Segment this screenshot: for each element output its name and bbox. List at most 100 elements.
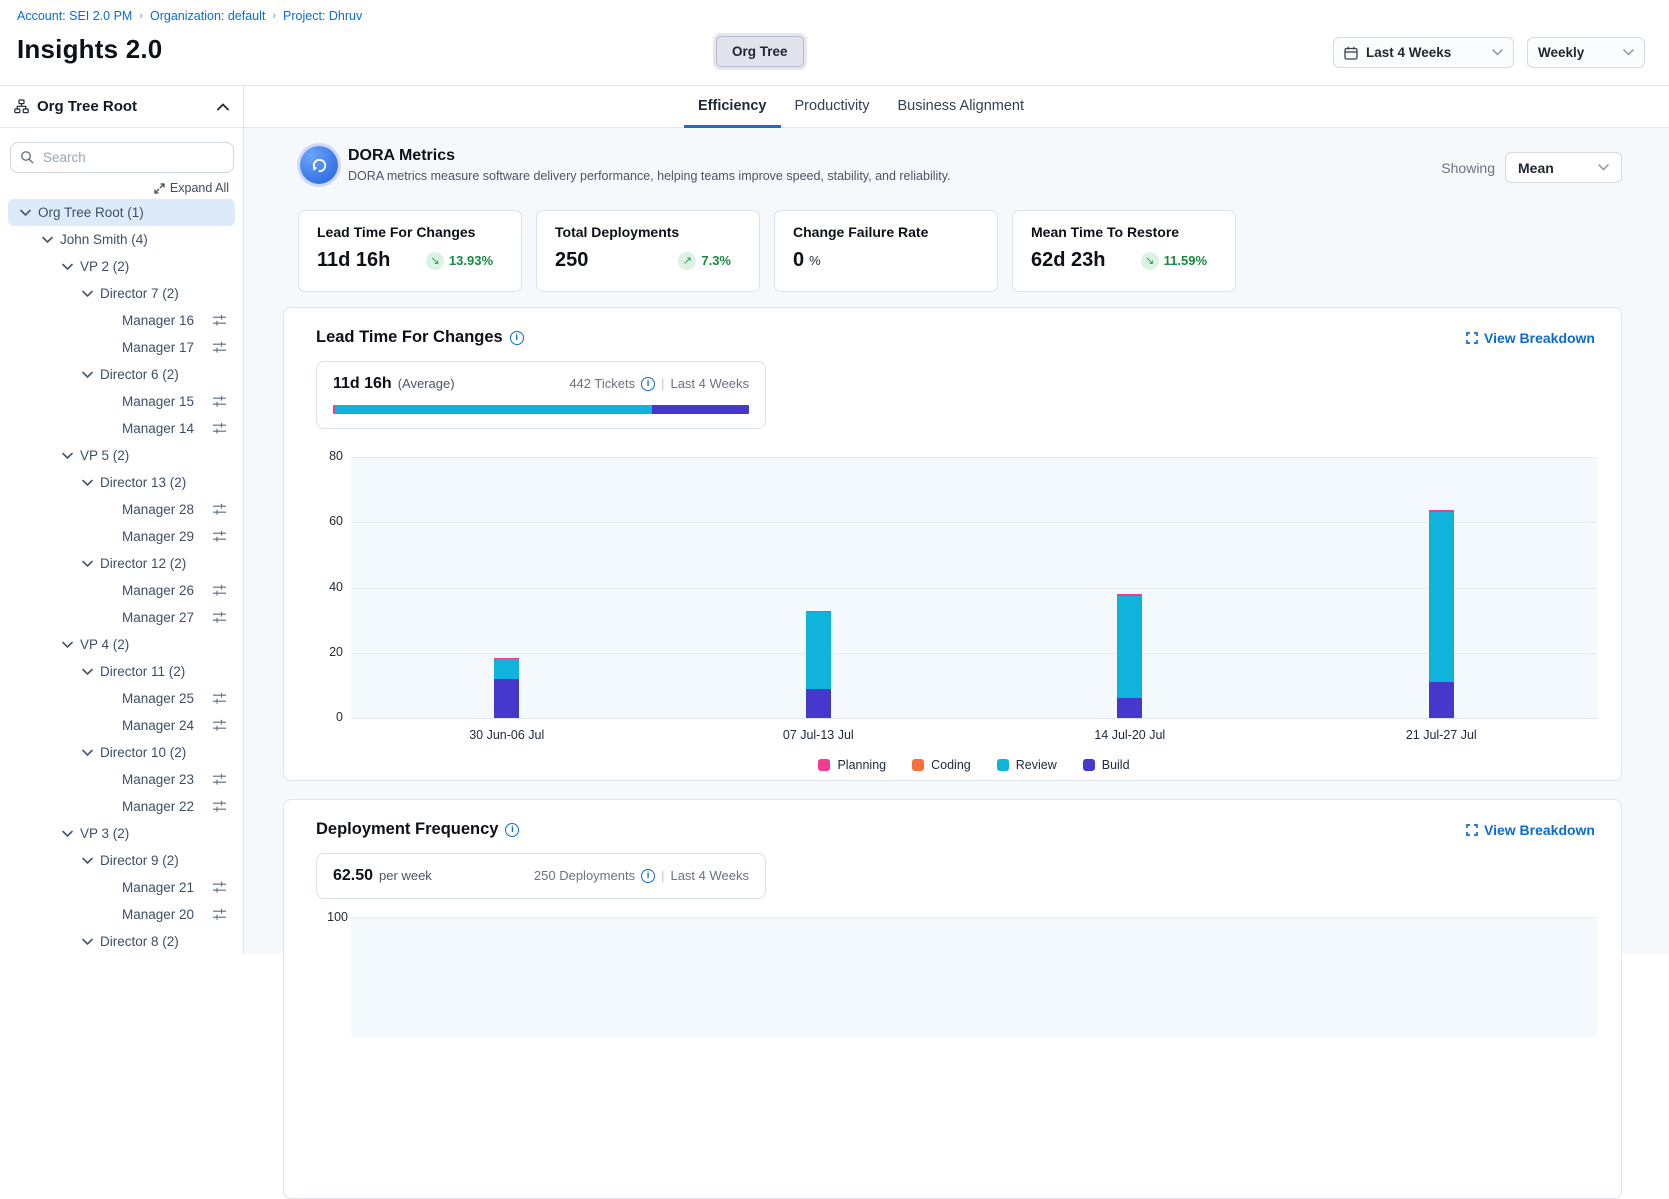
chevron-down-icon[interactable] bbox=[82, 560, 93, 568]
filter-sliders-icon[interactable] bbox=[212, 881, 227, 894]
legend-item-planning[interactable]: Planning bbox=[818, 758, 886, 772]
date-range-select[interactable]: Last 4 Weeks bbox=[1333, 37, 1514, 68]
granularity-select[interactable]: Weekly bbox=[1527, 37, 1645, 68]
chevron-down-icon[interactable] bbox=[20, 209, 31, 217]
tree-item[interactable]: Manager 27 bbox=[0, 604, 243, 631]
tree-item[interactable]: VP 5 (2) bbox=[0, 442, 243, 469]
tree-item[interactable]: VP 3 (2) bbox=[0, 820, 243, 847]
info-icon[interactable]: i bbox=[641, 869, 655, 883]
chevron-down-icon[interactable] bbox=[82, 479, 93, 487]
chevron-down-icon[interactable] bbox=[82, 290, 93, 298]
tree-item[interactable]: Director 11 (2) bbox=[0, 658, 243, 685]
bar-segment-build[interactable] bbox=[1429, 682, 1454, 718]
tree-item[interactable]: Director 7 (2) bbox=[0, 280, 243, 307]
bar-segment-review[interactable] bbox=[1117, 596, 1142, 699]
breadcrumb-item[interactable]: Account: SEI 2.0 PM bbox=[17, 9, 132, 23]
chevron-down-icon[interactable] bbox=[62, 452, 73, 460]
bar-segment-planning[interactable] bbox=[1117, 594, 1142, 595]
tree-item[interactable]: Manager 22 bbox=[0, 793, 243, 820]
tree-item[interactable]: Manager 23 bbox=[0, 766, 243, 793]
trend-up-icon: ↗ bbox=[678, 252, 696, 270]
legend-item-coding[interactable]: Coding bbox=[912, 758, 971, 772]
tree-item[interactable]: Director 12 (2) bbox=[0, 550, 243, 577]
tree-item[interactable]: Org Tree Root (1) bbox=[8, 199, 235, 226]
tree-item[interactable]: Manager 26 bbox=[0, 577, 243, 604]
bar-segment-planning[interactable] bbox=[806, 611, 831, 612]
tree-item[interactable]: Manager 16 bbox=[0, 307, 243, 334]
bar-segment-planning[interactable] bbox=[494, 658, 519, 660]
search-input[interactable] bbox=[10, 142, 234, 173]
metric-card-title: Lead Time For Changes bbox=[317, 224, 503, 240]
deployment-summary-card: 62.50 per week 250 Deployments i | Last … bbox=[316, 853, 766, 899]
breadcrumb-item[interactable]: Project: Dhruv bbox=[283, 9, 362, 23]
chevron-down-icon[interactable] bbox=[62, 830, 73, 838]
filter-sliders-icon[interactable] bbox=[212, 800, 227, 813]
tab-efficiency[interactable]: Efficiency bbox=[684, 86, 781, 128]
filter-sliders-icon[interactable] bbox=[212, 719, 227, 732]
chevron-down-icon[interactable] bbox=[82, 749, 93, 757]
tab-productivity[interactable]: Productivity bbox=[781, 86, 884, 128]
filter-sliders-icon[interactable] bbox=[212, 341, 227, 354]
chevron-down-icon[interactable] bbox=[62, 641, 73, 649]
info-icon[interactable]: i bbox=[510, 331, 524, 345]
tree-item[interactable]: Manager 14 bbox=[0, 415, 243, 442]
deployment-view-breakdown-link[interactable]: View Breakdown bbox=[1466, 822, 1595, 838]
legend-item-build[interactable]: Build bbox=[1083, 758, 1130, 772]
sidebar-header[interactable]: Org Tree Root bbox=[0, 86, 243, 128]
tree-item-label: Director 8 (2) bbox=[100, 934, 179, 949]
bar-segment-review[interactable] bbox=[806, 612, 831, 689]
collapse-chevron-up-icon[interactable] bbox=[217, 103, 229, 111]
tree-item[interactable]: Director 13 (2) bbox=[0, 469, 243, 496]
lead-time-view-breakdown-link[interactable]: View Breakdown bbox=[1466, 330, 1595, 346]
bar-segment-planning[interactable] bbox=[1429, 510, 1454, 513]
expand-all-button[interactable]: Expand All bbox=[0, 181, 229, 195]
info-icon[interactable]: i bbox=[505, 823, 519, 837]
tree-item[interactable]: Director 9 (2) bbox=[0, 847, 243, 874]
bar-segment-review[interactable] bbox=[1429, 512, 1454, 682]
filter-sliders-icon[interactable] bbox=[212, 530, 227, 543]
chevron-down-icon[interactable] bbox=[82, 938, 93, 946]
tree-item[interactable]: Manager 21 bbox=[0, 874, 243, 901]
legend-item-review[interactable]: Review bbox=[997, 758, 1057, 772]
filter-sliders-icon[interactable] bbox=[212, 503, 227, 516]
chevron-down-icon[interactable] bbox=[82, 857, 93, 865]
tree-item[interactable]: Manager 28 bbox=[0, 496, 243, 523]
filter-sliders-icon[interactable] bbox=[212, 395, 227, 408]
tree-item[interactable]: Manager 25 bbox=[0, 685, 243, 712]
filter-sliders-icon[interactable] bbox=[212, 314, 227, 327]
tree-item[interactable]: John Smith (4) bbox=[0, 226, 243, 253]
tree-item[interactable]: Manager 24 bbox=[0, 712, 243, 739]
filter-sliders-icon[interactable] bbox=[212, 692, 227, 705]
org-tree-button[interactable]: Org Tree bbox=[716, 36, 804, 67]
bar-segment-build[interactable] bbox=[494, 679, 519, 718]
tree-item[interactable]: Director 8 (2) bbox=[0, 928, 243, 955]
lead-time-summary-card: 11d 16h (Average) 442 Tickets i | Last 4… bbox=[316, 361, 766, 429]
showing-select[interactable]: Mean bbox=[1505, 152, 1622, 183]
tab-business-alignment[interactable]: Business Alignment bbox=[883, 86, 1038, 128]
info-icon[interactable]: i bbox=[641, 377, 655, 391]
calendar-icon bbox=[1344, 46, 1358, 60]
tree-item[interactable]: Manager 15 bbox=[0, 388, 243, 415]
filter-sliders-icon[interactable] bbox=[212, 584, 227, 597]
tree-item[interactable]: Manager 17 bbox=[0, 334, 243, 361]
tree-item[interactable]: Director 6 (2) bbox=[0, 361, 243, 388]
filter-sliders-icon[interactable] bbox=[212, 422, 227, 435]
bar-segment-build[interactable] bbox=[806, 689, 831, 718]
tree-item[interactable]: Director 10 (2) bbox=[0, 739, 243, 766]
tree-item[interactable]: Manager 29 bbox=[0, 523, 243, 550]
chevron-down-icon[interactable] bbox=[82, 371, 93, 379]
y-axis-tick: 0 bbox=[309, 710, 343, 724]
breadcrumb-item[interactable]: Organization: default bbox=[150, 9, 265, 23]
filter-sliders-icon[interactable] bbox=[212, 773, 227, 786]
filter-sliders-icon[interactable] bbox=[212, 908, 227, 921]
filter-sliders-icon[interactable] bbox=[212, 611, 227, 624]
tree-item[interactable]: Manager 20 bbox=[0, 901, 243, 928]
chevron-down-icon[interactable] bbox=[42, 236, 53, 244]
page-title: Insights 2.0 bbox=[17, 34, 162, 65]
bar-segment-build[interactable] bbox=[1117, 698, 1142, 718]
tree-item[interactable]: VP 2 (2) bbox=[0, 253, 243, 280]
bar-segment-review[interactable] bbox=[494, 659, 519, 679]
chevron-down-icon[interactable] bbox=[82, 668, 93, 676]
tree-item[interactable]: VP 4 (2) bbox=[0, 631, 243, 658]
chevron-down-icon[interactable] bbox=[62, 263, 73, 271]
